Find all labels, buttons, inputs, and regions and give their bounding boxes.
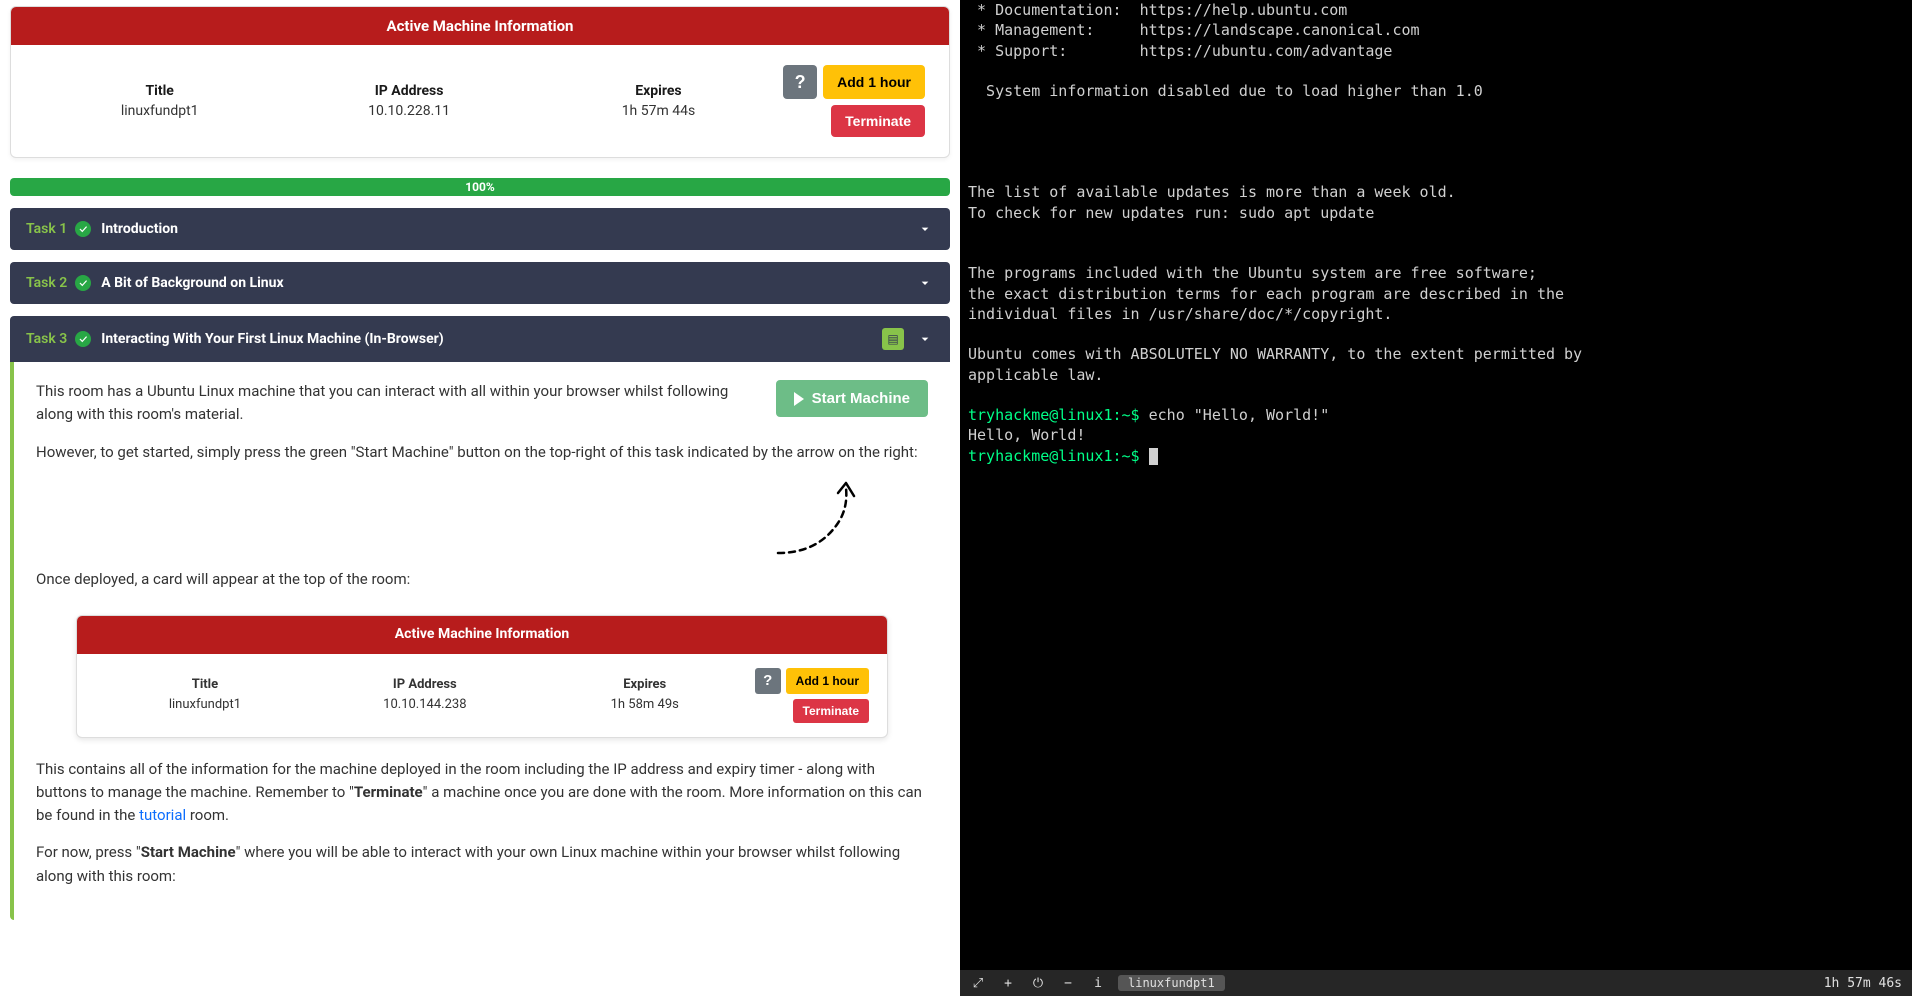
embedded-expires-value: 1h 58m 49s (535, 695, 755, 715)
task-3-num: Task 3 (26, 331, 67, 347)
terminal[interactable]: * Documentation: https://help.ubuntu.com… (960, 0, 1912, 970)
embedded-title-value: linuxfundpt1 (95, 695, 315, 715)
task-2: Task 2 A Bit of Background on Linux (10, 262, 950, 304)
play-icon (794, 392, 804, 406)
task-1-title: Introduction (101, 221, 916, 237)
task3-p1: This room has a Ubuntu Linux machine tha… (36, 380, 760, 427)
status-tab[interactable]: linuxfundpt1 (1118, 975, 1225, 991)
add-1-hour-button[interactable]: Add 1 hour (823, 65, 925, 99)
start-machine-label: Start Machine (812, 390, 910, 407)
terminal-cursor (1149, 448, 1158, 465)
machine-title-label: Title (35, 83, 284, 99)
task3-p2: However, to get started, simply press th… (36, 441, 928, 464)
plus-icon[interactable]: + (1000, 976, 1016, 991)
terminal-output: * Documentation: https://help.ubuntu.com… (968, 1, 1582, 384)
progress-pct: 100% (465, 180, 495, 194)
start-machine-button[interactable]: Start Machine (776, 380, 928, 417)
task3-p5: For now, press "Start Machine" where you… (36, 841, 928, 888)
embedded-card-header: Active Machine Information (77, 616, 887, 654)
machine-ip-col: IP Address 10.10.228.11 (284, 83, 533, 119)
task-1-num: Task 1 (26, 221, 67, 237)
embedded-ip-label: IP Address (315, 675, 535, 695)
embedded-expires-label: Expires (535, 675, 755, 695)
embedded-machine-card: Active Machine Information Title linuxfu… (76, 615, 888, 738)
vm-status-bar: ⤢ + ⏻ − i linuxfundpt1 1h 57m 46s (960, 970, 1912, 996)
machine-ip-value: 10.10.228.11 (284, 103, 533, 119)
status-timer: 1h 57m 46s (1824, 976, 1902, 991)
task-1: Task 1 Introduction (10, 208, 950, 250)
terminate-button[interactable]: Terminate (831, 105, 925, 137)
machine-ip-label: IP Address (284, 83, 533, 99)
chevron-down-icon (916, 220, 934, 238)
task-3-body: This room has a Ubuntu Linux machine tha… (10, 362, 950, 920)
check-icon (75, 275, 91, 291)
progress-bar: 100% (10, 178, 950, 196)
machine-expires-label: Expires (534, 83, 783, 99)
machine-title-value: linuxfundpt1 (35, 103, 284, 119)
machine-card-header: Active Machine Information (11, 7, 949, 45)
check-icon (75, 331, 91, 347)
terminal-prompt: tryhackme@linux1:~$ (968, 406, 1149, 424)
machine-expires-value: 1h 57m 44s (534, 103, 783, 119)
task-3-title: Interacting With Your First Linux Machin… (101, 331, 882, 347)
power-icon[interactable]: ⏻ (1030, 976, 1046, 991)
info-icon[interactable]: i (1090, 976, 1106, 991)
active-machine-card: Active Machine Information Title linuxfu… (10, 6, 950, 158)
lesson-pane[interactable]: Active Machine Information Title linuxfu… (0, 0, 960, 996)
chevron-down-icon (916, 274, 934, 292)
chevron-down-icon (916, 330, 934, 348)
embedded-title-label: Title (95, 675, 315, 695)
help-button[interactable]: ? (783, 65, 817, 99)
machine-title-col: Title linuxfundpt1 (35, 83, 284, 119)
embedded-ip-value: 10.10.144.238 (315, 695, 535, 715)
task-2-num: Task 2 (26, 275, 67, 291)
terminal-prompt: tryhackme@linux1:~$ (968, 447, 1149, 465)
minus-icon[interactable]: − (1060, 976, 1076, 991)
task-1-header[interactable]: Task 1 Introduction (10, 208, 950, 250)
notes-icon[interactable] (882, 328, 904, 350)
tutorial-link[interactable]: tutorial (139, 806, 186, 824)
task-3-header[interactable]: Task 3 Interacting With Your First Linux… (10, 316, 950, 362)
task3-p3: Once deployed, a card will appear at the… (36, 568, 928, 591)
embedded-add-1-hour-button: Add 1 hour (786, 668, 869, 694)
task-2-header[interactable]: Task 2 A Bit of Background on Linux (10, 262, 950, 304)
terminal-cmd-output: Hello, World! (968, 426, 1085, 444)
machine-expires-col: Expires 1h 57m 44s (534, 83, 783, 119)
embedded-help-button: ? (755, 668, 781, 694)
task3-p4: This contains all of the information for… (36, 758, 928, 828)
check-icon (75, 221, 91, 237)
arrows-icon[interactable]: ⤢ (970, 976, 986, 991)
task-2-title: A Bit of Background on Linux (101, 275, 916, 291)
embedded-terminate-button: Terminate (793, 699, 869, 723)
terminal-cmd: echo "Hello, World!" (1149, 406, 1330, 424)
arrow-illustration (768, 478, 868, 558)
terminal-pane: * Documentation: https://help.ubuntu.com… (960, 0, 1912, 996)
task-3: Task 3 Interacting With Your First Linux… (10, 316, 950, 920)
